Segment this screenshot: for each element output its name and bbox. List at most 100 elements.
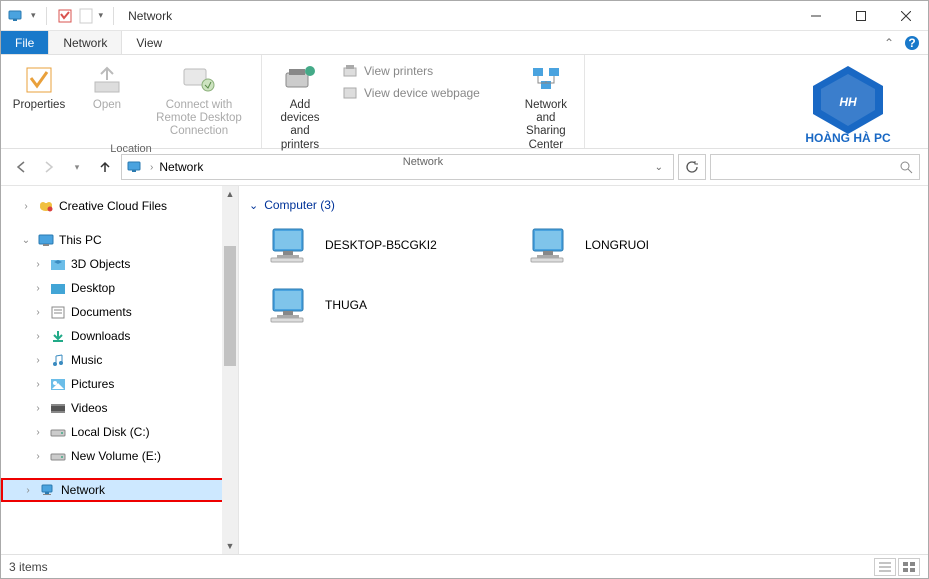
view-large-icons-button[interactable] [898,558,920,576]
add-devices-button[interactable]: Add devices and printers [268,61,332,154]
tree-item-documents[interactable]: ›Documents [1,300,238,324]
expander-icon[interactable]: › [31,403,45,414]
properties-qat-icon[interactable] [57,8,73,24]
window-title: Network [128,9,172,23]
computer-icon [269,285,313,325]
tree-item-label: Downloads [71,329,130,343]
expander-icon[interactable]: › [21,485,35,496]
expander-icon[interactable]: ⌄ [19,235,33,246]
addr-dropdown-icon[interactable]: ⌄ [649,162,669,173]
brand-logo: HH HOÀNG HÀ PC [768,55,928,148]
drive-icon [49,425,67,439]
expander-icon[interactable]: › [31,307,45,318]
open-button[interactable]: Open [75,61,139,114]
content-pane[interactable]: ⌄ Computer (3) DESKTOP-B5CGKI2 LONGRUOI TH… [239,186,928,554]
properties-button[interactable]: Properties [7,61,71,114]
address-bar[interactable]: › Network ⌄ [121,154,674,180]
minimize-button[interactable] [793,1,838,31]
expander-icon[interactable]: › [31,379,45,390]
tab-file[interactable]: File [1,31,48,54]
tree-item-label: Pictures [71,377,114,391]
tree-item-label: 3D Objects [71,257,130,271]
search-box[interactable] [710,154,920,180]
expander-icon[interactable]: › [31,355,45,366]
breadcrumb-network[interactable]: Network [159,160,203,174]
tab-view[interactable]: View [122,31,176,54]
network-icon [39,483,57,497]
network-icon [7,8,25,24]
ribbon-tabs: File Network View ⌃ ? [1,31,928,55]
computer-thuga[interactable]: THUGA [269,280,509,330]
maximize-button[interactable] [838,1,883,31]
up-button[interactable] [93,155,117,179]
tree-item-new-volume-e-[interactable]: › New Volume (E:) [1,444,238,468]
refresh-button[interactable] [678,154,706,180]
tree-item-label: Creative Cloud Files [59,199,167,213]
expander-icon[interactable]: › [31,283,45,294]
pc-icon [37,233,55,247]
tree-item-creative-cloud-files[interactable]: › Creative Cloud Files [1,194,238,218]
folder-3d-icon [49,257,67,271]
tree-item-3d-objects[interactable]: › 3D Objects [1,252,238,276]
tab-network[interactable]: Network [48,31,122,54]
svg-text:HOÀNG HÀ PC: HOÀNG HÀ PC [805,130,891,144]
search-icon [899,160,913,174]
ribbon-group-network: Add devices and printers View printers V… [262,55,585,148]
tree-item-pictures[interactable]: › Pictures [1,372,238,396]
ribbon-group-location: Properties Open Connect with Remote Desk… [1,55,262,148]
folder-desktop-icon [49,281,67,295]
back-button[interactable] [9,155,33,179]
computer-desktop-b5cgki2[interactable]: DESKTOP-B5CGKI2 [269,220,509,270]
tree-item-desktop[interactable]: ›Desktop [1,276,238,300]
view-details-button[interactable] [874,558,896,576]
tree-item-label: Videos [71,401,107,415]
close-button[interactable] [883,1,928,31]
tree-item-downloads[interactable]: › Downloads [1,324,238,348]
status-bar: 3 items [1,554,928,578]
window-controls [793,1,928,31]
svg-text:HH: HH [839,95,857,109]
nsc-icon [530,63,562,97]
open-icon [91,63,123,97]
body: › Creative Cloud Files ⌄This PC › 3D Objects… [1,185,928,554]
view-device-webpage-button[interactable]: View device webpage [336,83,486,103]
expander-icon[interactable]: › [31,331,45,342]
chevron-right-icon[interactable]: › [150,162,153,173]
scroll-up-arrow[interactable]: ▲ [222,186,238,202]
expander-icon[interactable]: › [31,259,45,270]
tree-item-music[interactable]: ›Music [1,348,238,372]
tree-item-videos[interactable]: › Videos [1,396,238,420]
blank-qat-icon[interactable] [79,8,93,24]
connect-rdp-button[interactable]: Connect with Remote Desktop Connection [143,61,255,141]
printers-icon [342,63,358,79]
qat-dropdown-icon[interactable]: ▾ [99,10,104,21]
collapse-ribbon-icon[interactable]: ⌃ [884,36,894,50]
tree-item-label: New Volume (E:) [71,449,161,463]
folder-docs-icon [49,305,67,319]
computer-name: DESKTOP-B5CGKI2 [325,238,437,252]
nav-row: ▾ › Network ⌄ [1,149,928,185]
tree-item-local-disk-c-[interactable]: ›Local Disk (C:) [1,420,238,444]
recent-locations-button[interactable]: ▾ [65,155,89,179]
tree-item-network[interactable]: ›Network [1,478,238,502]
expander-icon[interactable]: › [19,201,33,212]
cloud-icon [37,199,55,213]
computer-longruoi[interactable]: LONGRUOI [529,220,769,270]
computer-icon [269,225,313,265]
view-printers-button[interactable]: View printers [336,61,486,81]
group-header-computer[interactable]: ⌄ Computer (3) [249,198,918,212]
scroll-thumb[interactable] [224,246,236,366]
forward-button[interactable] [37,155,61,179]
folder-pics-icon [49,377,67,391]
tree-item-this-pc[interactable]: ⌄This PC [1,228,238,252]
expander-icon[interactable]: › [31,451,45,462]
tree-scrollbar[interactable]: ▲ ▼ [222,186,238,554]
chevron-down-icon[interactable]: ▾ [31,10,36,21]
help-icon[interactable]: ? [904,35,920,51]
add-devices-icon [283,63,317,97]
scroll-down-arrow[interactable]: ▼ [222,538,238,554]
nav-tree[interactable]: › Creative Cloud Files ⌄This PC › 3D Objects… [1,186,239,554]
network-sharing-center-button[interactable]: Network and Sharing Center [514,61,578,154]
addr-network-icon [126,159,144,175]
expander-icon[interactable]: › [31,427,45,438]
